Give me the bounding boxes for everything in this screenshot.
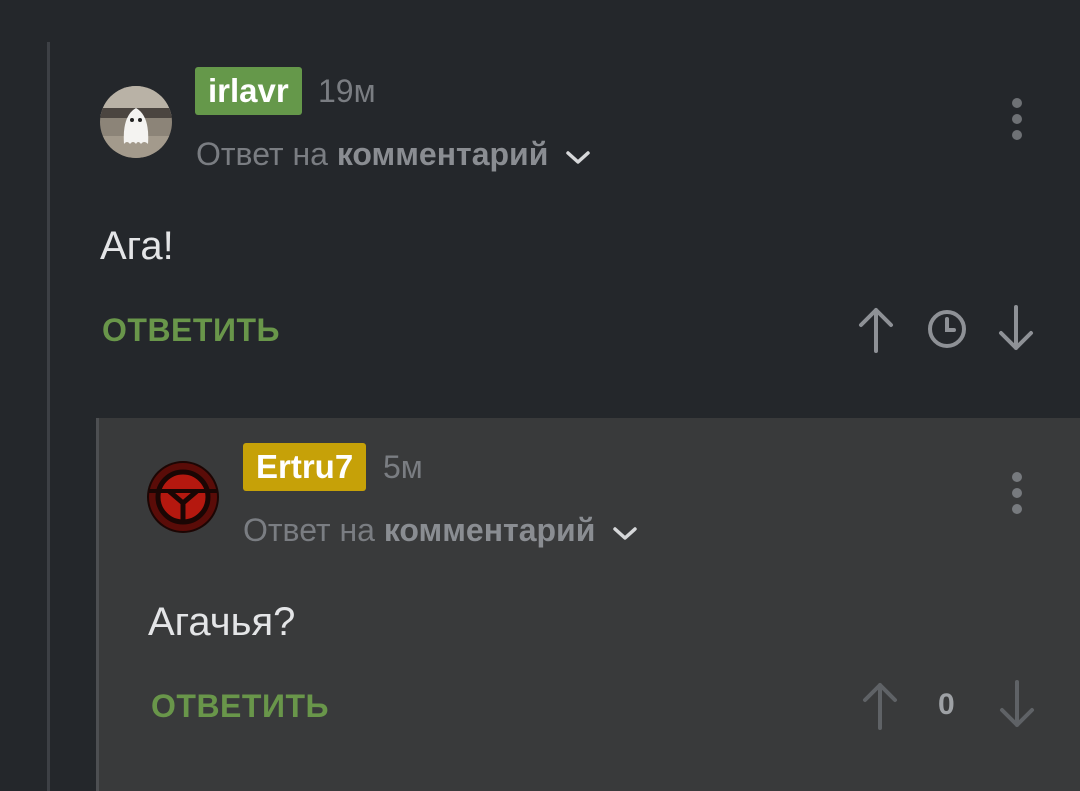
reply-prefix: Ответ на xyxy=(243,512,375,548)
clock-icon[interactable] xyxy=(926,308,968,355)
reply-to-link[interactable]: Ответ на комментарий xyxy=(243,510,638,553)
reply-target: комментарий xyxy=(336,136,549,172)
comment-text: Агачья? xyxy=(148,600,296,644)
chevron-down-icon xyxy=(612,513,638,553)
nested-comment: Ertru7 5м Ответ на комментарий Агачья? О… xyxy=(96,418,1080,791)
username-badge[interactable]: Ertru7 xyxy=(243,443,367,491)
arrow-down-icon[interactable] xyxy=(996,304,1036,359)
comment-time: 19м xyxy=(318,73,376,109)
comment-time: 5м xyxy=(383,449,423,485)
vote-score: 0 xyxy=(938,688,955,721)
reply-prefix: Ответ на xyxy=(196,136,328,172)
more-vertical-icon[interactable] xyxy=(1002,470,1032,520)
arrow-down-icon[interactable] xyxy=(997,679,1037,736)
username-badge[interactable]: irlavr xyxy=(195,67,302,115)
comment: irlavr 19м Ответ на комментарий Ага! ОТВ… xyxy=(50,0,1080,418)
arrow-up-icon[interactable] xyxy=(856,304,896,359)
nested-thread-line xyxy=(96,418,99,791)
more-vertical-icon[interactable] xyxy=(1002,96,1032,146)
arrow-up-icon[interactable] xyxy=(860,679,900,736)
reply-target: комментарий xyxy=(383,512,596,548)
avatar[interactable] xyxy=(100,86,172,158)
reply-button[interactable]: ОТВЕТИТЬ xyxy=(151,688,329,725)
comment-text: Ага! xyxy=(100,224,174,268)
chevron-down-icon xyxy=(565,137,591,177)
reply-to-link[interactable]: Ответ на комментарий xyxy=(196,134,591,177)
avatar[interactable] xyxy=(147,461,219,533)
reply-button[interactable]: ОТВЕТИТЬ xyxy=(102,312,280,349)
